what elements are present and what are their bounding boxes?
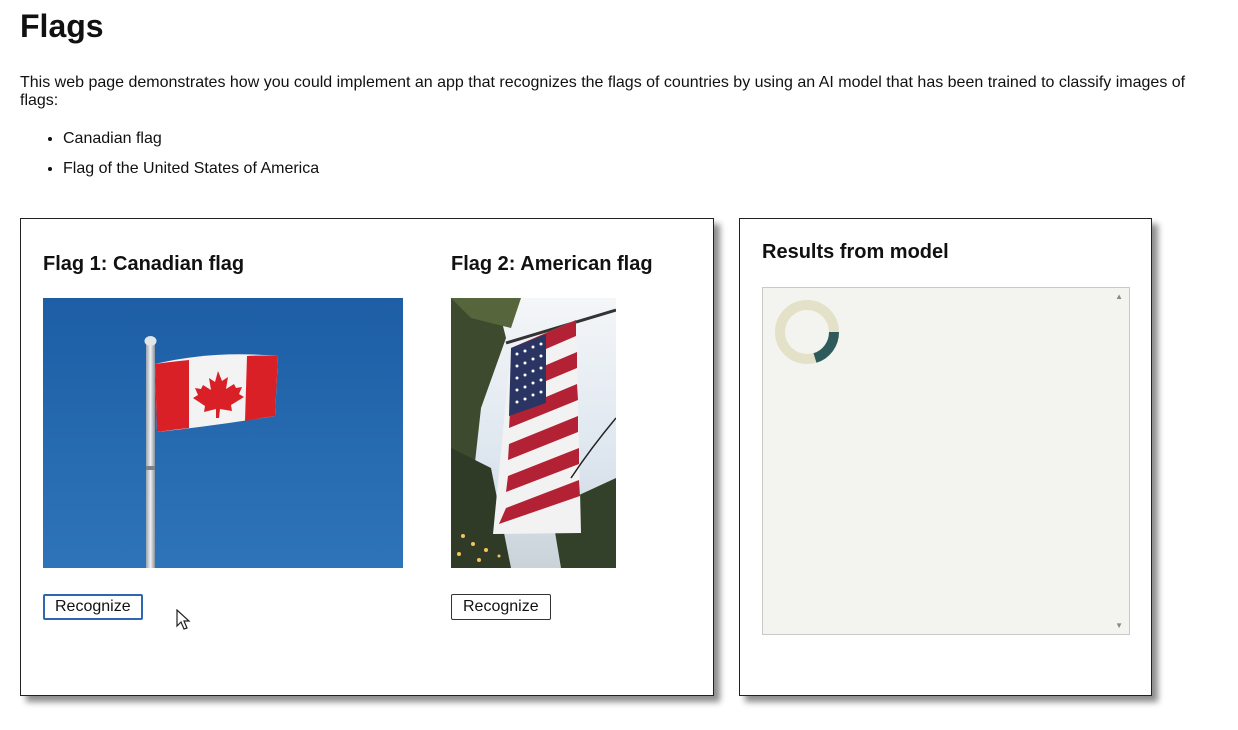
american-flag-image: [451, 298, 616, 568]
page: Flags This web page demonstrates how you…: [0, 0, 1238, 730]
scroll-down-icon[interactable]: ▼: [1115, 621, 1123, 630]
loading-spinner-icon: [773, 298, 841, 371]
list-item-canadian-flag: Canadian flag: [63, 128, 319, 158]
list-item-us-flag: Flag of the United States of America: [63, 158, 319, 188]
flags-panel: Flag 1: Canadian flag Recognize Flag 2: …: [20, 218, 714, 696]
scroll-up-icon[interactable]: ▲: [1115, 292, 1123, 301]
recognize-flag2-button[interactable]: Recognize: [451, 594, 551, 620]
flag-list: Canadian flag Flag of the United States …: [20, 128, 319, 188]
flag1-heading: Flag 1: Canadian flag: [43, 253, 245, 275]
results-output[interactable]: ▲ ▼: [762, 287, 1130, 635]
flag2-heading: Flag 2: American flag: [451, 253, 653, 275]
mouse-cursor-icon: [176, 608, 192, 636]
recognize-flag1-button[interactable]: Recognize: [43, 594, 143, 620]
results-panel: Results from model ▲ ▼: [739, 218, 1152, 696]
intro-text: This web page demonstrates how you could…: [20, 74, 1186, 109]
page-title: Flags: [20, 8, 104, 44]
canadian-flag-image: [43, 298, 403, 568]
results-heading: Results from model: [762, 241, 949, 263]
